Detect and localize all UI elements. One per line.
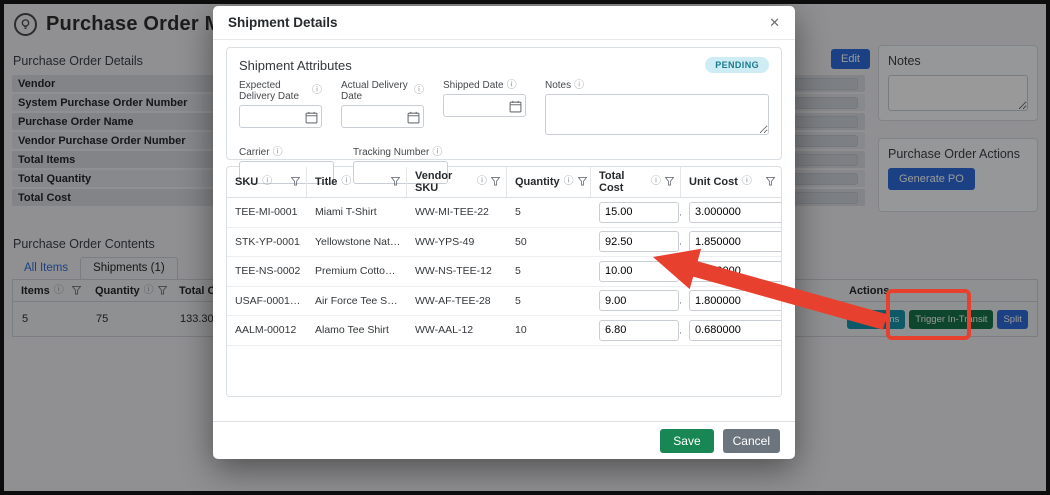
calendar-icon[interactable]	[407, 111, 420, 129]
item-title: Yellowstone National...	[307, 236, 407, 248]
item-title: Alamo Tee Shirt	[307, 324, 407, 336]
item-total-cost-input[interactable]	[599, 231, 679, 252]
item-vendor-sku: WW-MI-TEE-22	[407, 206, 507, 218]
modal-body: Shipment Attributes PENDING Expected Del…	[213, 40, 795, 397]
calendar-icon[interactable]	[305, 111, 318, 129]
shipment-items-table: SKUⓘ Titleⓘ Vendor SKUⓘ Quantityⓘ Total …	[226, 166, 782, 397]
shipped-date-field: Shipped Dateⓘ	[443, 80, 526, 117]
actual-delivery-date-field: Actual Delivery Dateⓘ	[341, 80, 424, 128]
item-unit-cost-input[interactable]	[689, 202, 781, 223]
item-total-cost-input[interactable]	[599, 202, 679, 223]
item-vendor-sku: WW-AAL-12	[407, 324, 507, 336]
item-quantity: 10	[507, 324, 591, 336]
column-header-unit-cost[interactable]: Unit Costⓘ	[681, 167, 781, 197]
shipment-details-modal: Shipment Details ✕ Shipment Attributes P…	[213, 6, 795, 459]
items-table-header: SKUⓘ Titleⓘ Vendor SKUⓘ Quantityⓘ Total …	[227, 167, 781, 198]
item-row: USAF-0001-TEE Air Force Tee Shirt WW-AF-…	[227, 287, 781, 317]
calendar-icon[interactable]	[509, 100, 522, 118]
status-badge: PENDING	[705, 57, 769, 73]
info-icon: ⓘ	[432, 148, 442, 158]
filter-icon[interactable]	[391, 173, 400, 191]
item-unit-cost-input[interactable]	[689, 261, 781, 282]
item-title: Premium Cotton NA...	[307, 265, 407, 277]
item-total-cost-input[interactable]	[599, 320, 679, 341]
item-sku: USAF-0001-TEE	[227, 295, 307, 307]
filter-icon[interactable]	[291, 173, 300, 191]
modal-notes-field: Notesⓘ	[545, 80, 769, 140]
item-sku: TEE-NS-0002	[227, 265, 307, 277]
info-icon: ⓘ	[414, 86, 424, 96]
item-vendor-sku: WW-AF-TEE-28	[407, 295, 507, 307]
modal-footer: Save Cancel	[213, 421, 795, 459]
column-header-sku[interactable]: SKUⓘ	[227, 167, 307, 197]
item-quantity: 50	[507, 236, 591, 248]
info-icon: ⓘ	[507, 81, 517, 91]
column-header-vendor-sku[interactable]: Vendor SKUⓘ	[407, 167, 507, 197]
item-vendor-sku: WW-NS-TEE-12	[407, 265, 507, 277]
item-sku: STK-YP-0001	[227, 236, 307, 248]
item-unit-cost-input[interactable]	[689, 290, 781, 311]
item-vendor-sku: WW-YPS-49	[407, 236, 507, 248]
info-icon: ⓘ	[477, 177, 487, 187]
info-icon: ⓘ	[574, 81, 584, 91]
info-icon: ⓘ	[262, 177, 272, 187]
filter-icon[interactable]	[665, 173, 674, 191]
column-header-total-cost[interactable]: Total Costⓘ	[591, 167, 681, 197]
close-icon[interactable]: ✕	[769, 15, 780, 31]
item-quantity: 5	[507, 206, 591, 218]
item-total-cost-input[interactable]	[599, 261, 679, 282]
info-icon: ⓘ	[312, 86, 322, 96]
item-row: TEE-NS-0002 Premium Cotton NA... WW-NS-T…	[227, 257, 781, 287]
save-button[interactable]: Save	[660, 429, 713, 453]
item-unit-cost-input[interactable]	[689, 231, 781, 252]
filter-icon[interactable]	[766, 173, 775, 191]
item-sku: TEE-MI-0001	[227, 206, 307, 218]
filter-icon[interactable]	[491, 173, 500, 191]
modal-notes-textarea[interactable]	[545, 94, 769, 135]
item-row: TEE-MI-0001 Miami T-Shirt WW-MI-TEE-22 5	[227, 198, 781, 228]
item-unit-cost-input[interactable]	[689, 320, 781, 341]
item-total-cost-input[interactable]	[599, 290, 679, 311]
info-icon: ⓘ	[341, 177, 351, 187]
shipment-attributes-heading: Shipment Attributes	[239, 58, 352, 73]
info-icon: ⓘ	[273, 148, 283, 158]
item-quantity: 5	[507, 265, 591, 277]
modal-title: Shipment Details	[228, 15, 338, 30]
screen: Purchase Order Management Purchase Order…	[0, 0, 1050, 495]
item-row: AALM-00012 Alamo Tee Shirt WW-AAL-12 10	[227, 316, 781, 346]
item-row: STK-YP-0001 Yellowstone National... WW-Y…	[227, 228, 781, 258]
expected-delivery-date-field: Expected Delivery Dateⓘ	[239, 80, 322, 128]
column-header-title[interactable]: Titleⓘ	[307, 167, 407, 197]
item-quantity: 5	[507, 295, 591, 307]
info-icon: ⓘ	[651, 177, 661, 187]
column-header-quantity[interactable]: Quantityⓘ	[507, 167, 591, 197]
item-sku: AALM-00012	[227, 324, 307, 336]
item-title: Air Force Tee Shirt	[307, 295, 407, 307]
item-title: Miami T-Shirt	[307, 206, 407, 218]
info-icon: ⓘ	[564, 177, 574, 187]
filter-icon[interactable]	[578, 173, 587, 191]
info-icon: ⓘ	[742, 177, 752, 187]
modal-header: Shipment Details ✕	[213, 6, 795, 40]
shipment-attributes-card: Shipment Attributes PENDING Expected Del…	[226, 47, 782, 160]
cancel-button[interactable]: Cancel	[723, 429, 780, 453]
